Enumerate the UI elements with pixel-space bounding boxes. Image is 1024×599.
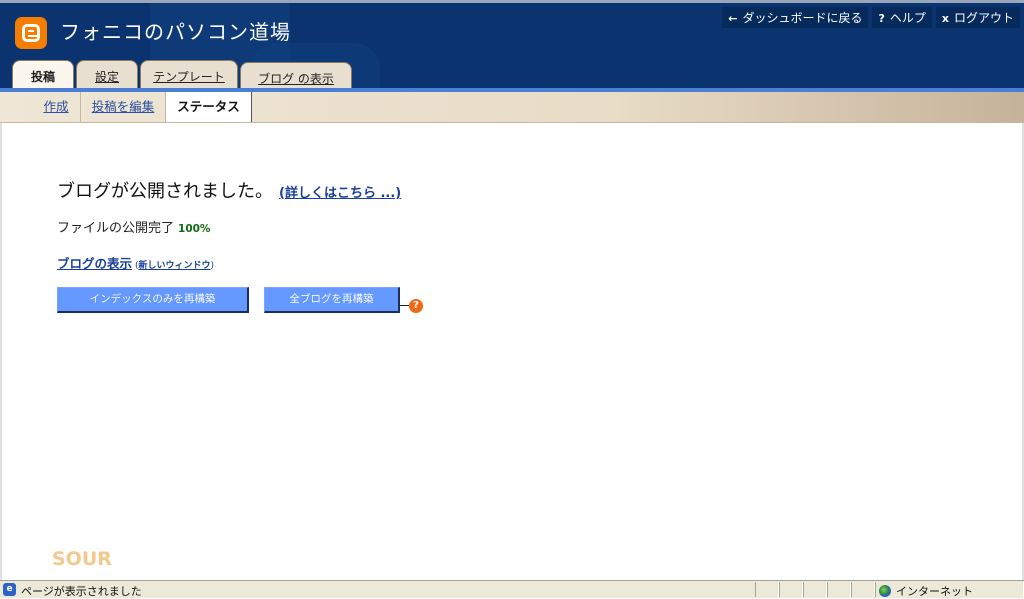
publish-heading: ブログが公開されました。 (詳しくはこちら ...): [57, 177, 401, 203]
status-cell: [779, 582, 803, 597]
publish-progress-line: ファイルの公開完了 100%: [57, 217, 210, 236]
new-window-close-paren: ): [210, 261, 215, 271]
subnav-status[interactable]: ステータス: [165, 92, 252, 122]
status-cell: [755, 582, 779, 597]
subnav-edit-posts[interactable]: 投稿を編集: [81, 92, 166, 122]
view-blog-link[interactable]: ブログの表示: [57, 256, 132, 271]
rebuild-index-button[interactable]: インデックスのみを再構築: [57, 287, 249, 313]
tab-posting[interactable]: 投稿: [12, 60, 74, 91]
tab-template-label[interactable]: テンプレート: [153, 70, 225, 84]
close-icon: x: [941, 12, 949, 25]
tab-settings[interactable]: 設定: [76, 60, 138, 90]
details-link[interactable]: (詳しくはこちら ...): [279, 186, 401, 201]
publish-progress-percent: 100%: [178, 223, 211, 235]
page-icon: e: [3, 583, 16, 596]
tab-settings-label[interactable]: 設定: [95, 70, 119, 84]
content-border: [0, 123, 2, 580]
status-text: ページが表示されました: [21, 585, 142, 598]
back-arrow-icon: ←: [728, 12, 738, 25]
tab-view-blog[interactable]: ブログ の表示: [240, 62, 352, 90]
publish-progress-label: ファイルの公開完了: [57, 221, 175, 236]
new-window-link[interactable]: 新しいウィンドウ: [139, 261, 211, 271]
internet-zone: インターネット: [879, 583, 973, 599]
dashboard-link-label[interactable]: ダッシュボードに戻る: [742, 11, 862, 25]
help-link-label[interactable]: ヘルプ: [890, 11, 926, 25]
subnav-create[interactable]: 作成: [32, 92, 81, 122]
zone-label: インターネット: [896, 585, 973, 598]
status-cell: [827, 582, 851, 597]
logout-link[interactable]: x ログアウト: [935, 7, 1020, 28]
logout-link-label[interactable]: ログアウト: [954, 11, 1014, 25]
status-cell: [851, 582, 875, 597]
view-blog-line: ブログの表示 (新しいウィンドウ): [57, 253, 214, 272]
dashboard-link[interactable]: ← ダッシュボードに戻る: [722, 7, 869, 28]
help-link[interactable]: ? ヘルプ: [872, 7, 932, 28]
help-icon: ?: [878, 12, 885, 25]
watermark-text: SOUR: [52, 548, 112, 570]
help-connector: [400, 305, 409, 306]
publish-heading-text: ブログが公開されました。: [57, 181, 273, 202]
status-cell: [803, 582, 827, 597]
help-icon[interactable]: ?: [409, 299, 423, 313]
rebuild-all-button[interactable]: 全ブログを再構築: [264, 287, 400, 313]
top-links: ← ダッシュボードに戻る ? ヘルプ x ログアウト: [722, 7, 1020, 28]
tab-template[interactable]: テンプレート: [140, 60, 238, 90]
tab-view-blog-label[interactable]: ブログ の表示: [258, 72, 334, 86]
new-window-paren: (新しいウィンドウ): [135, 261, 214, 271]
site-title[interactable]: フォニコのパソコン道場: [60, 16, 291, 45]
blogger-logo-icon[interactable]: [15, 17, 47, 49]
sub-navigation: 作成 投稿を編集 ステータス: [0, 92, 1024, 123]
tab-posting-label[interactable]: 投稿: [31, 70, 55, 84]
globe-icon: [879, 585, 891, 597]
browser-status-bar: e ページが表示されました インターネット: [0, 580, 1024, 598]
